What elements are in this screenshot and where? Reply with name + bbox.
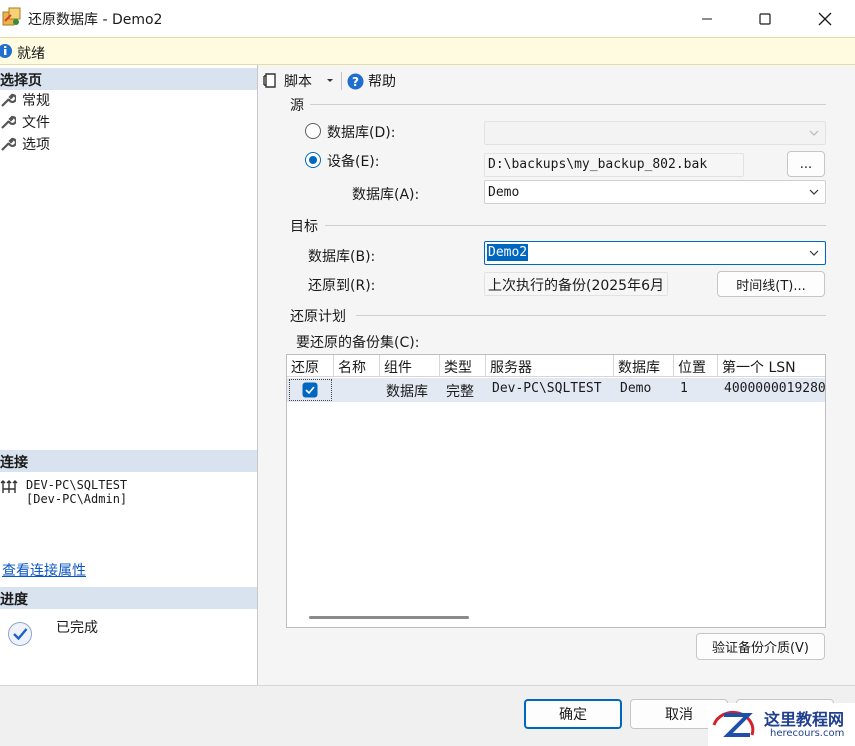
table-row-name	[334, 378, 380, 402]
window-title: 还原数据库 - Demo2	[28, 12, 163, 28]
maximize-icon	[759, 12, 771, 25]
table-row-type: 完整	[440, 378, 486, 402]
page-item-options-label: 选项	[22, 137, 50, 153]
column-header-server[interactable]: 服务器	[486, 355, 614, 377]
page-item-options[interactable]: 选项	[0, 134, 50, 154]
table-row-server: Dev-PC\SQLTEST	[486, 378, 614, 402]
left-panel: 选择页 常规 文件 选项 连接 DEV-PC\SQLTEST [Dev-PC\A…	[0, 65, 258, 685]
browse-device-button[interactable]: ...	[787, 151, 825, 177]
table-row-restore-cell[interactable]	[287, 378, 334, 402]
chevron-down-icon	[809, 130, 819, 136]
view-connection-properties-link[interactable]: 查看连接属性	[2, 560, 86, 580]
target-group-divider	[325, 225, 826, 226]
column-header-first-lsn[interactable]: 第一个 LSN	[718, 355, 825, 377]
column-header-component[interactable]: 组件	[380, 355, 440, 377]
select-page-header: 选择页	[0, 68, 257, 90]
wrench-icon	[1, 93, 16, 107]
table-row-first-lsn: 40000000192800	[718, 378, 825, 402]
restore-checkbox[interactable]	[302, 382, 318, 398]
source-database-label: 数据库(A):	[352, 187, 420, 203]
wrench-icon	[1, 137, 16, 151]
column-header-restore[interactable]: 还原	[287, 355, 334, 377]
maximize-button[interactable]	[736, 0, 794, 37]
toolbar-separator	[341, 72, 342, 90]
ok-button[interactable]: 确定	[524, 699, 622, 729]
column-header-position[interactable]: 位置	[674, 355, 718, 377]
chevron-down-icon	[809, 189, 819, 195]
close-icon	[818, 12, 832, 25]
title-bar: 还原数据库 - Demo2	[0, 0, 855, 37]
table-row-database: Demo	[614, 378, 674, 402]
help-button[interactable]: ? 帮助	[347, 71, 396, 91]
table-row-position: 1	[674, 378, 718, 402]
backup-sets-label: 要还原的备份集(C):	[296, 335, 420, 351]
status-bar: 就绪	[0, 37, 855, 65]
status-text: 就绪	[17, 46, 45, 62]
wrench-icon	[1, 115, 16, 129]
column-header-name[interactable]: 名称	[334, 355, 380, 377]
source-database-radio[interactable]	[305, 123, 321, 139]
source-database-combo[interactable]: Demo	[484, 180, 826, 204]
help-icon: ?	[347, 73, 364, 89]
page-item-general[interactable]: 常规	[0, 90, 50, 110]
script-icon	[263, 73, 276, 88]
source-device-radio-label: 设备(E):	[327, 154, 380, 170]
script-dropdown-arrow-icon[interactable]	[326, 78, 334, 84]
radio-selected-dot	[309, 156, 317, 164]
chevron-down-icon	[809, 250, 819, 256]
watermark-brand: 这里教程网	[764, 710, 845, 729]
progress-header: 进度	[0, 587, 257, 609]
help-label: 帮助	[368, 74, 396, 90]
restore-to-label: 还原到(R):	[308, 278, 376, 294]
target-database-value: Demo2	[487, 244, 529, 261]
connection-server: DEV-PC\SQLTEST	[26, 478, 128, 492]
minimize-icon	[702, 18, 712, 19]
script-button[interactable]: 脚本	[262, 71, 312, 91]
watermark-url: herecours.com	[770, 728, 845, 739]
watermark: 这里教程网 herecours.com	[708, 703, 855, 746]
restore-to-field[interactable]: 上次执行的备份(2025年6月	[484, 272, 668, 296]
column-header-database[interactable]: 数据库	[614, 355, 674, 377]
target-database-label: 数据库(B):	[308, 249, 376, 265]
restore-to-value: 上次执行的备份(2025年6月	[488, 278, 664, 294]
restore-database-app-icon	[2, 7, 21, 26]
source-database-select	[484, 121, 826, 145]
timeline-button[interactable]: 时间线(T)...	[717, 271, 825, 297]
source-device-radio[interactable]	[305, 152, 321, 168]
svg-text:?: ?	[352, 75, 359, 89]
progress-status: 已完成	[56, 620, 98, 636]
minimize-button[interactable]	[678, 0, 736, 37]
target-database-combo[interactable]: Demo2	[484, 241, 826, 265]
table-row-component: 数据库	[380, 378, 440, 402]
device-path-field[interactable]: D:\backups\my_backup_802.bak	[484, 153, 744, 177]
source-database-value: Demo	[488, 185, 520, 200]
watermark-logo	[712, 710, 755, 737]
progress-complete-icon	[8, 622, 32, 646]
source-group-divider	[310, 104, 826, 105]
info-icon	[0, 44, 12, 58]
connection-user: [Dev-PC\Admin]	[26, 492, 128, 506]
connection-header: 连接	[0, 450, 257, 472]
column-header-type[interactable]: 类型	[440, 355, 486, 377]
verify-backup-media-button[interactable]: 验证备份介质(V)	[696, 633, 825, 660]
restore-plan-divider	[356, 315, 826, 316]
target-group-label: 目标	[290, 219, 318, 235]
source-group-label: 源	[290, 98, 304, 114]
script-label: 脚本	[284, 74, 312, 90]
horizontal-scrollbar-thumb[interactable]	[309, 616, 469, 619]
restore-plan-group-label: 还原计划	[290, 309, 346, 325]
page-item-files[interactable]: 文件	[0, 112, 50, 132]
backup-sets-grid[interactable]: 还原 名称 组件 类型 服务器 数据库 位置 第一个 LSN 数据库 完整 De…	[286, 354, 826, 628]
page-item-files-label: 文件	[22, 115, 50, 131]
server-connection-icon	[0, 480, 18, 493]
close-window-button[interactable]	[796, 0, 854, 37]
source-database-radio-label: 数据库(D):	[327, 125, 396, 141]
device-path-value: D:\backups\my_backup_802.bak	[488, 157, 708, 172]
page-item-general-label: 常规	[22, 93, 50, 109]
